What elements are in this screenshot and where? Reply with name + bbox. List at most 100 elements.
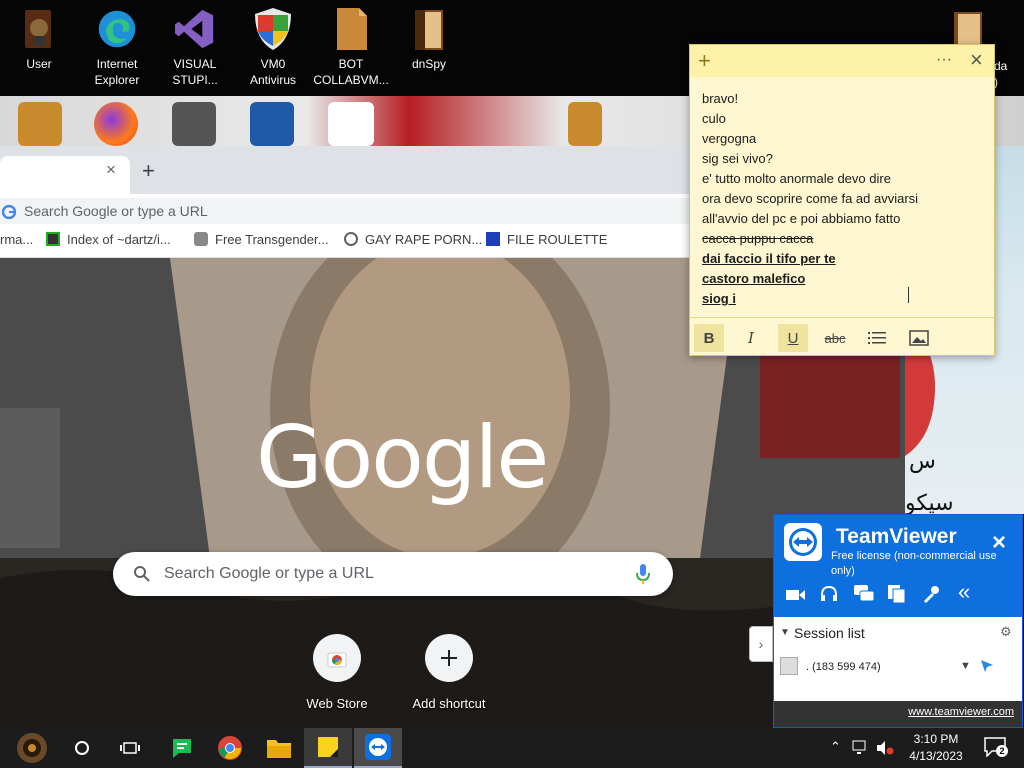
virtual-machines-icon[interactable] <box>172 102 216 146</box>
volume-muted-icon[interactable] <box>876 740 894 756</box>
bookmark-item[interactable]: FILE ROULETTE <box>486 232 607 247</box>
clock-time: 3:10 PM <box>913 732 959 746</box>
globe-icon <box>344 232 358 246</box>
teamviewer-header: TeamViewer Free license (non-commercial … <box>774 515 1022 617</box>
shield-icon <box>253 6 293 52</box>
start-orb-icon <box>17 733 47 763</box>
list-icon <box>868 332 886 344</box>
start-button[interactable] <box>8 728 56 768</box>
note-line: bravo! <box>702 91 739 106</box>
collapse-icon[interactable]: « <box>958 579 970 605</box>
gear-icon[interactable]: ⚙ <box>1000 624 1012 640</box>
strikethrough-button[interactable]: abc <box>820 324 850 352</box>
desktop-icon-label: BOT COLLABVM... <box>313 57 389 87</box>
desktop-icon-visual-studio[interactable]: VISUAL STUPI... <box>156 6 234 88</box>
bookmark-item[interactable]: Index of ~dartz/i... <box>46 232 171 247</box>
close-tab-icon[interactable]: × <box>106 160 116 180</box>
sticky-notes-icon <box>318 737 338 757</box>
microphone-icon[interactable] <box>635 563 651 585</box>
connect-arrow-icon[interactable] <box>980 659 994 673</box>
address-bar-placeholder: Search Google or type a URL <box>24 203 208 219</box>
notification-count: 2 <box>996 745 1008 757</box>
search-icon <box>134 566 150 582</box>
taskbar-app-sticky-notes-green[interactable] <box>158 728 206 768</box>
teamviewer-expand-tab[interactable]: › <box>749 626 773 662</box>
qr-icon <box>46 232 60 246</box>
session-entry[interactable]: . (183 599 474) <box>806 661 881 673</box>
search-box[interactable]: Search Google or type a URL <box>113 552 673 596</box>
desktop-icon-internet-explorer[interactable]: Internet Explorer <box>78 6 156 88</box>
text-cursor-icon <box>908 287 910 303</box>
shortcut-label: Web Store <box>306 696 368 711</box>
taskbar-app-sticky-notes[interactable] <box>304 728 352 768</box>
desktop-icon-partial-label: da) <box>994 59 1008 89</box>
license-text: Free license (non-commercial use only) <box>831 550 997 577</box>
desktop-icon-vm0-antivirus[interactable]: VM0 Antivirus <box>234 6 312 88</box>
user-avatar-icon <box>780 657 798 675</box>
note-line: cacca puppu cacca <box>702 231 814 246</box>
virtualbox-icon[interactable] <box>250 102 294 146</box>
sticky-note[interactable]: + ··· × bravo! culo vergogna sig sei viv… <box>689 44 995 356</box>
teamviewer-panel: TeamViewer Free license (non-commercial … <box>773 514 1023 728</box>
taskbar: ⌃ 3:10 PM 4/13/2023 2 <box>0 728 1024 768</box>
file-icon[interactable] <box>568 102 602 146</box>
chat-icon[interactable] <box>854 585 874 603</box>
svg-text:س: س <box>909 449 936 474</box>
menu-icon[interactable]: ··· <box>936 51 952 69</box>
video-icon[interactable] <box>786 587 806 603</box>
image-button[interactable] <box>904 324 934 352</box>
desktop-icon-user[interactable]: User <box>0 6 78 72</box>
italic-button[interactable]: I <box>736 324 766 352</box>
network-icon[interactable] <box>852 740 870 756</box>
list-button[interactable] <box>862 324 892 352</box>
session-list-title: Session list <box>794 625 865 641</box>
shortcut-web-store[interactable]: Web Store <box>287 634 387 711</box>
task-view-button[interactable] <box>106 728 154 768</box>
desktop-icon-dnspy[interactable]: dnSpy <box>390 6 468 72</box>
note-line: vergogna <box>702 131 757 146</box>
close-icon[interactable]: × <box>992 529 1006 557</box>
visual-studio-icon <box>175 6 215 52</box>
new-tab-button[interactable]: + <box>142 158 155 184</box>
portrait-icon[interactable] <box>328 102 374 146</box>
desktop-icon-label: User <box>26 57 52 71</box>
teamviewer-title: TeamViewer <box>836 525 957 548</box>
taskbar-app-teamviewer[interactable] <box>354 728 402 768</box>
firefox-icon[interactable] <box>94 102 138 146</box>
bookmark-item[interactable]: Free Transgender... <box>194 232 328 247</box>
search-button[interactable] <box>58 728 106 768</box>
headset-icon[interactable] <box>820 585 838 603</box>
bookmark-item[interactable]: rma... <box>0 232 33 247</box>
bold-button[interactable]: B <box>694 324 724 352</box>
bookmark-label: GAY RAPE PORN... <box>365 232 483 247</box>
desktop-icon-label: VISUAL STUPI... <box>172 57 218 87</box>
task-view-icon <box>120 742 140 754</box>
chevron-up-icon[interactable]: ⌃ <box>830 739 841 755</box>
session-list: ▼ Session list ⚙ . (183 599 474) ▼ <box>774 617 1022 699</box>
shortcut-add[interactable]: Add shortcut <box>399 634 499 711</box>
sticky-toolbar: B I U abc <box>690 317 994 355</box>
chrome-icon <box>218 736 242 760</box>
pc-icon[interactable] <box>18 102 62 146</box>
underline-button[interactable]: U <box>778 324 808 352</box>
site-icon <box>194 232 208 246</box>
svg-text:سيكو: سيكو <box>905 491 954 514</box>
sticky-header: + ··· × <box>690 45 994 77</box>
desktop-icon-bot-collabvm[interactable]: BOT COLLABVM... <box>312 6 390 88</box>
notifications-button[interactable]: 2 <box>984 737 1008 758</box>
files-icon[interactable] <box>888 585 906 603</box>
note-line: e' tutto molto anormale devo dire <box>702 171 891 186</box>
collapse-arrow-icon[interactable]: ▼ <box>780 627 790 638</box>
add-note-button[interactable]: + <box>698 48 711 74</box>
system-clock[interactable]: 3:10 PM 4/13/2023 <box>896 731 976 765</box>
sticky-text[interactable]: bravo! culo vergogna sig sei vivo? e' tu… <box>702 89 982 309</box>
taskbar-app-file-explorer[interactable] <box>255 728 303 768</box>
taskbar-app-chrome[interactable] <box>206 728 254 768</box>
teamviewer-link[interactable]: www.teamviewer.com <box>774 701 1022 727</box>
bookmark-label: rma... <box>0 232 34 247</box>
dropdown-icon[interactable]: ▼ <box>960 660 971 672</box>
clock-date: 4/13/2023 <box>909 749 963 763</box>
tools-icon[interactable] <box>922 585 940 603</box>
bookmark-item[interactable]: GAY RAPE PORN... <box>344 232 482 247</box>
close-icon[interactable]: × <box>970 47 983 73</box>
